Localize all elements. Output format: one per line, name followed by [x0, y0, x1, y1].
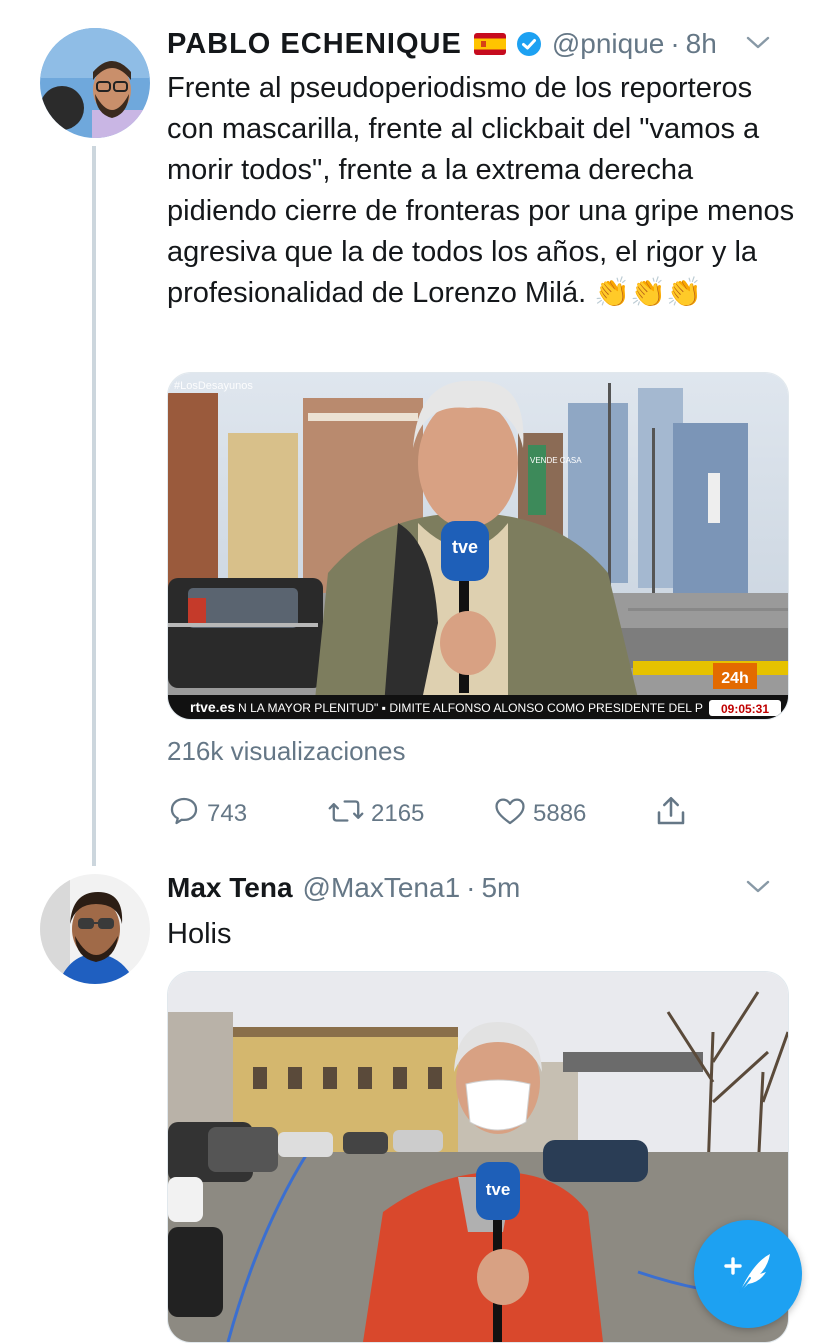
- retweet-button[interactable]: 2165: [327, 790, 424, 838]
- sign-text: VENDE CASA: [530, 456, 582, 465]
- like-icon: [493, 794, 533, 835]
- chevron-down-icon[interactable]: [746, 32, 770, 52]
- avatar-max[interactable]: [40, 874, 150, 984]
- tweet-1-header: PABLO ECHENIQUE @pnique · 8h: [167, 22, 808, 66]
- thread-line: [92, 146, 96, 866]
- share-icon: [653, 793, 695, 836]
- author-handle[interactable]: @MaxTena1: [303, 872, 461, 904]
- ticker-brand: rtve.es: [190, 699, 235, 715]
- like-button[interactable]: 5886: [493, 790, 586, 838]
- avatar-pablo[interactable]: [40, 28, 150, 138]
- watermark: #LosDesayunos: [174, 380, 253, 392]
- tweet-text: Holis: [167, 918, 232, 950]
- compose-icon: [720, 1244, 776, 1305]
- author-name[interactable]: Max Tena: [167, 872, 293, 904]
- like-count: 5886: [533, 800, 587, 827]
- spain-flag-icon: [473, 33, 506, 55]
- author-handle[interactable]: @pnique: [552, 28, 665, 60]
- view-count: 216k visualizaciones: [167, 736, 406, 766]
- channel-badge: 24h: [721, 670, 749, 687]
- tweet-actions: 743 2165 5886: [167, 790, 727, 838]
- tweet-2-header: Max Tena @MaxTena1 · 5m: [167, 866, 808, 910]
- chevron-down-icon[interactable]: [746, 876, 770, 896]
- separator-dot: ·: [670, 28, 680, 59]
- retweet-icon: [327, 794, 371, 835]
- reply-count: 743: [207, 800, 248, 827]
- verified-icon: [516, 31, 542, 57]
- ticker-text: N LA MAYOR PLENITUD" ▪ DIMITE ALFONSO AL…: [238, 701, 703, 715]
- retweet-count: 2165: [371, 800, 425, 827]
- ticker-time: 09:05:31: [721, 702, 769, 716]
- separator-dot: ·: [466, 872, 476, 903]
- tweet-text: Frente al pseudoperiodismo de los report…: [167, 72, 795, 309]
- reply-button[interactable]: 743: [167, 790, 247, 838]
- tweet-video[interactable]: VENDE CASA tve 24h #LosDesayunos rtve.es…: [167, 372, 789, 720]
- author-name[interactable]: PABLO ECHENIQUE: [167, 28, 462, 61]
- reply-icon: [167, 794, 207, 835]
- timestamp[interactable]: 5m: [481, 872, 520, 904]
- compose-button[interactable]: [694, 1220, 802, 1328]
- share-button[interactable]: [653, 790, 695, 838]
- mic-label: tve: [452, 537, 478, 557]
- mic-label: tve: [486, 1180, 511, 1199]
- timestamp[interactable]: 8h: [686, 28, 717, 60]
